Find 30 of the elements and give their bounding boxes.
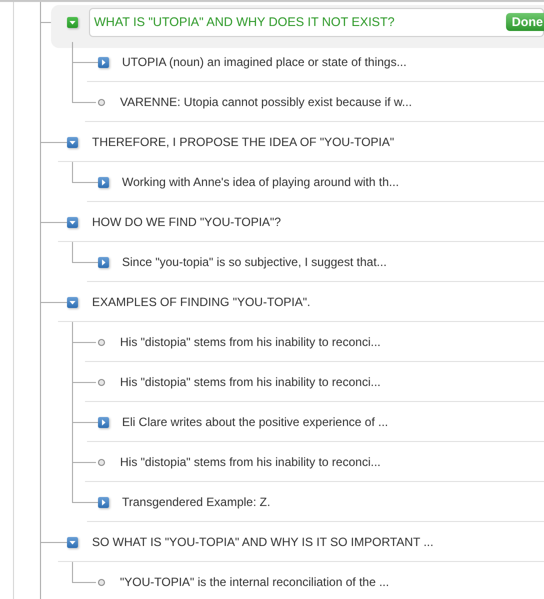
bullet-icon bbox=[98, 458, 105, 466]
outline-item[interactable]: Eli Clare writes about the positive experience of ... bbox=[122, 415, 388, 429]
collapse-toggle-icon[interactable] bbox=[67, 536, 78, 548]
outline-heading[interactable]: EXAMPLES OF FINDING "YOU-TOPIA". bbox=[92, 295, 310, 309]
outline-item[interactable]: Working with Anne's idea of playing around with th... bbox=[122, 175, 399, 189]
outline-heading[interactable]: SO WHAT IS "YOU-TOPIA" AND WHY IS IT SO IMPORTANT ... bbox=[92, 535, 434, 549]
outline-heading[interactable]: THEREFORE, I PROPOSE THE IDEA OF "YOU-TOPIA" bbox=[92, 135, 394, 149]
bullet-icon bbox=[98, 338, 105, 346]
outline-item[interactable]: Since "you-topia" is so subjective, I suggest that... bbox=[122, 255, 387, 269]
bullet-icon bbox=[98, 378, 105, 386]
outline-heading[interactable]: HOW DO WE FIND "YOU-TOPIA"? bbox=[92, 215, 281, 229]
outline-item[interactable]: His "distopia" stems from his inability to reconci... bbox=[120, 455, 381, 469]
expand-toggle-icon[interactable] bbox=[98, 496, 109, 508]
outline-item[interactable]: His "distopia" stems from his inability to reconci... bbox=[120, 335, 381, 349]
expand-toggle-icon[interactable] bbox=[98, 56, 109, 68]
expand-toggle-icon[interactable] bbox=[98, 256, 109, 268]
expand-toggle-icon[interactable] bbox=[98, 416, 109, 428]
collapse-toggle-icon[interactable] bbox=[67, 296, 78, 308]
outline-item[interactable]: VARENNE: Utopia cannot possibly exist because if w... bbox=[120, 95, 412, 109]
expand-toggle-icon[interactable] bbox=[98, 176, 109, 188]
heading-input-field[interactable]: WHAT IS "UTOPIA" AND WHY DOES IT NOT EXIST? Done bbox=[89, 8, 544, 36]
collapse-toggle-icon[interactable] bbox=[67, 216, 78, 228]
bullet-icon bbox=[98, 578, 105, 586]
outline-item[interactable]: His "distopia" stems from his inability to reconci... bbox=[120, 375, 381, 389]
outline-item[interactable]: UTOPIA (noun) an imagined place or state of things... bbox=[122, 55, 407, 69]
collapse-toggle-icon[interactable] bbox=[67, 16, 78, 28]
outline-item[interactable]: Transgendered Example: Z. bbox=[122, 495, 270, 509]
collapse-toggle-icon[interactable] bbox=[67, 136, 78, 148]
bullet-icon bbox=[98, 98, 105, 106]
outline-item[interactable]: "YOU-TOPIA" is the internal reconciliation of the ... bbox=[120, 575, 390, 589]
